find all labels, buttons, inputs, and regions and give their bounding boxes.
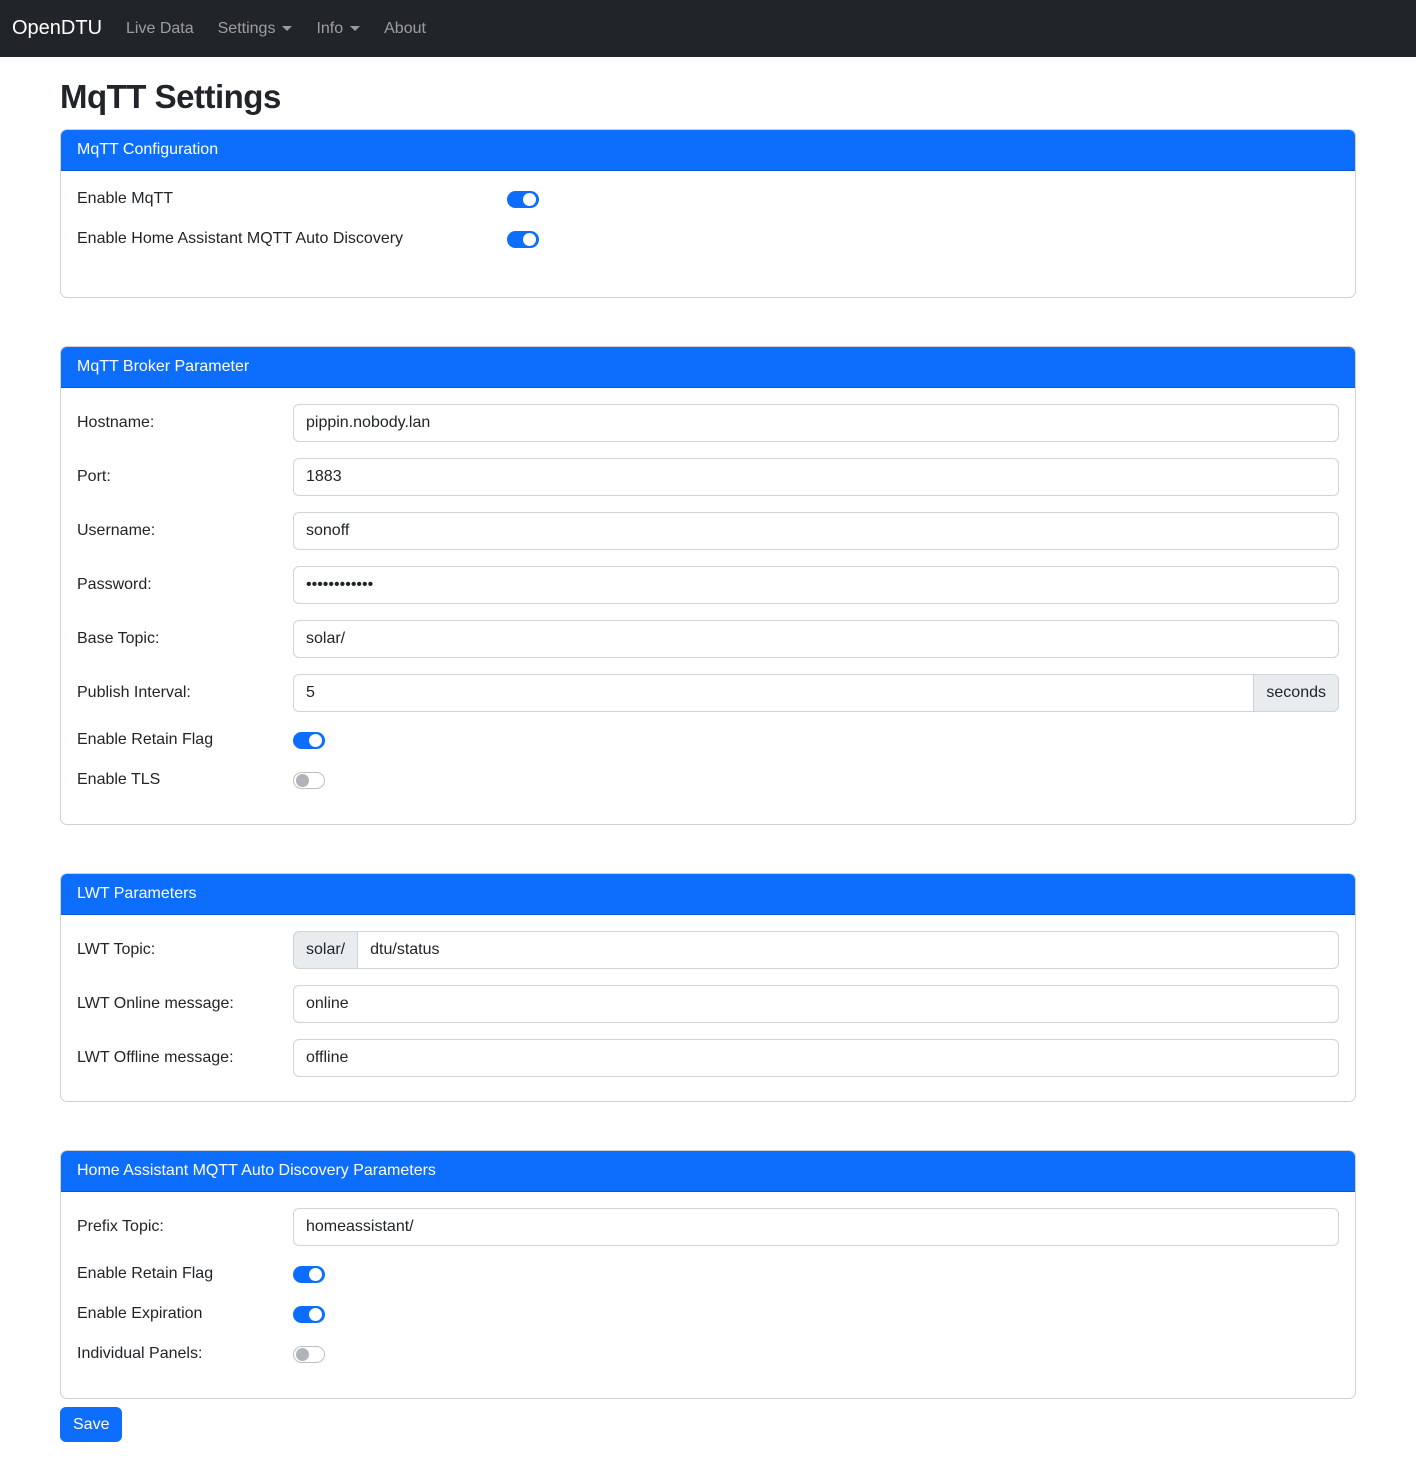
card-body: Hostname: Port: Username: Password: (61, 388, 1355, 824)
field-label: LWT Topic: (77, 938, 293, 962)
field-label: LWT Offline message: (77, 1046, 293, 1070)
switch-knob (309, 734, 322, 747)
hostname-input[interactable] (293, 404, 1339, 442)
field-row-lwt-offline: LWT Offline message: (77, 1039, 1339, 1077)
nav-item-info[interactable]: Info (308, 12, 368, 46)
toggle-switch-ha-expiration[interactable] (293, 1306, 325, 1323)
switch-row-enable-tls: Enable TLS (77, 768, 1339, 792)
nav-item-live-data[interactable]: Live Data (118, 12, 202, 46)
field-row-lwt-topic: LWT Topic: solar/ (77, 931, 1339, 969)
field-label: Publish Interval: (77, 681, 293, 705)
switch-label: Enable Retain Flag (77, 1262, 293, 1286)
field-label: Username: (77, 519, 293, 543)
main-content: MqTT Settings MqTT Configuration Enable … (48, 78, 1368, 1442)
password-input[interactable] (293, 566, 1339, 604)
username-input[interactable] (293, 512, 1339, 550)
card-ha-discovery-parameters: Home Assistant MQTT Auto Discovery Param… (60, 1150, 1356, 1399)
caret-down-icon (350, 26, 360, 31)
switch-row-retain-flag: Enable Retain Flag (77, 728, 1339, 752)
input-suffix-seconds: seconds (1253, 674, 1339, 712)
field-label: Port: (77, 465, 293, 489)
card-header: MqTT Configuration (61, 130, 1355, 171)
card-header: MqTT Broker Parameter (61, 347, 1355, 388)
field-row-username: Username: (77, 512, 1339, 550)
switch-knob (523, 193, 536, 206)
card-body: LWT Topic: solar/ LWT Online message: LW… (61, 915, 1355, 1101)
toggle-switch-ha-discovery[interactable] (507, 231, 539, 248)
page-title: MqTT Settings (60, 78, 1356, 116)
nav-item-about[interactable]: About (376, 12, 434, 46)
field-row-hostname: Hostname: (77, 404, 1339, 442)
switch-row-enable-ha-discovery: Enable Home Assistant MQTT Auto Discover… (77, 227, 1339, 251)
field-label: Hostname: (77, 411, 293, 435)
nav-item-label: Settings (218, 20, 276, 38)
input-prefix-base-topic: solar/ (293, 931, 358, 969)
card-body: Prefix Topic: Enable Retain Flag Enable … (61, 1192, 1355, 1398)
field-row-password: Password: (77, 566, 1339, 604)
field-row-publish-interval: Publish Interval: seconds (77, 674, 1339, 712)
switch-row-ha-retain-flag: Enable Retain Flag (77, 1262, 1339, 1286)
toggle-switch-ha-retain-flag[interactable] (293, 1266, 325, 1283)
lwt-online-input[interactable] (293, 985, 1339, 1023)
field-label: Prefix Topic: (77, 1215, 293, 1239)
switch-label: Enable Home Assistant MQTT Auto Discover… (77, 227, 507, 251)
field-label: LWT Online message: (77, 992, 293, 1016)
toggle-switch-enable-tls[interactable] (293, 772, 325, 789)
switch-knob (523, 233, 536, 246)
field-row-prefix-topic: Prefix Topic: (77, 1208, 1339, 1246)
card-body: Enable MqTT Enable Home Assistant MQTT A… (61, 171, 1355, 297)
switch-knob (296, 774, 309, 787)
toggle-switch-enable-mqtt[interactable] (507, 191, 539, 208)
switch-knob (309, 1268, 322, 1281)
switch-row-individual-panels: Individual Panels: (77, 1342, 1339, 1366)
brand-link[interactable]: OpenDTU (12, 13, 102, 44)
nav-item-label: Info (316, 20, 343, 38)
port-input[interactable] (293, 458, 1339, 496)
nav-item-label: About (384, 20, 426, 38)
caret-down-icon (282, 26, 292, 31)
card-header: Home Assistant MQTT Auto Discovery Param… (61, 1151, 1355, 1192)
publish-interval-input[interactable] (293, 674, 1254, 712)
base-topic-input[interactable] (293, 620, 1339, 658)
nav-item-label: Live Data (126, 20, 194, 38)
card-mqtt-broker-parameter: MqTT Broker Parameter Hostname: Port: Us… (60, 346, 1356, 825)
switch-row-enable-mqtt: Enable MqTT (77, 187, 1339, 211)
switch-label: Individual Panels: (77, 1342, 293, 1366)
field-row-base-topic: Base Topic: (77, 620, 1339, 658)
switch-label: Enable TLS (77, 768, 293, 792)
field-label: Base Topic: (77, 627, 293, 651)
switch-knob (296, 1348, 309, 1361)
card-mqtt-configuration: MqTT Configuration Enable MqTT Enable Ho… (60, 129, 1356, 298)
switch-knob (309, 1308, 322, 1321)
toggle-switch-individual-panels[interactable] (293, 1346, 325, 1363)
nav-item-settings[interactable]: Settings (210, 12, 301, 46)
lwt-offline-input[interactable] (293, 1039, 1339, 1077)
card-lwt-parameters: LWT Parameters LWT Topic: solar/ LWT Onl… (60, 873, 1356, 1102)
switch-label: Enable Expiration (77, 1302, 293, 1326)
navbar: OpenDTU Live Data Settings Info About (0, 0, 1416, 57)
lwt-topic-input[interactable] (357, 931, 1339, 969)
switch-label: Enable Retain Flag (77, 728, 293, 752)
card-header: LWT Parameters (61, 874, 1355, 915)
switch-label: Enable MqTT (77, 187, 507, 211)
toggle-switch-retain-flag[interactable] (293, 732, 325, 749)
field-label: Password: (77, 573, 293, 597)
save-button[interactable]: Save (60, 1407, 122, 1442)
field-row-port: Port: (77, 458, 1339, 496)
prefix-topic-input[interactable] (293, 1208, 1339, 1246)
switch-row-ha-expiration: Enable Expiration (77, 1302, 1339, 1326)
field-row-lwt-online: LWT Online message: (77, 985, 1339, 1023)
